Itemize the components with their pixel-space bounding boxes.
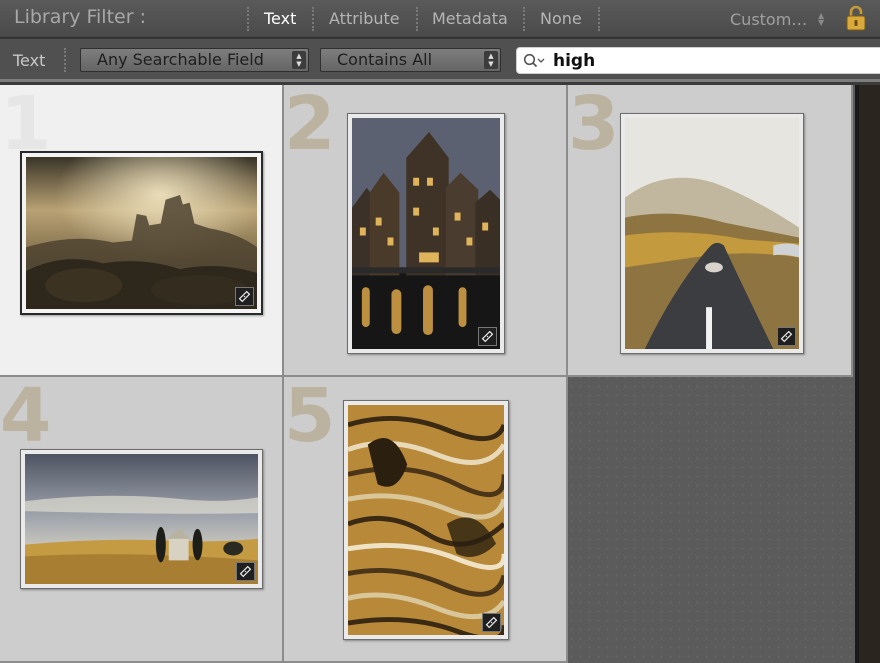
filter-title: Library Filter :	[14, 6, 146, 28]
separator	[416, 7, 418, 31]
separator	[64, 48, 66, 72]
chevron-updown-icon[interactable]: ▲ ▼	[818, 12, 824, 27]
misty-road-photo	[625, 118, 799, 349]
chapel-field-photo	[25, 454, 258, 584]
develop-settings-badge-icon	[478, 327, 497, 346]
library-filter-bar: Library Filter : Text Attribute Metadata…	[0, 0, 880, 38]
search-input[interactable]	[553, 49, 873, 72]
cell-index-number: 4	[0, 373, 52, 459]
text-filter-row: Text Any Searchable Field ▲ ▼ Contains Al…	[0, 39, 880, 82]
filter-mode-text[interactable]: Text	[264, 9, 296, 28]
separator	[312, 7, 314, 31]
photo-thumbnail[interactable]	[620, 113, 804, 354]
dropdown-arrows-icon: ▲ ▼	[484, 51, 498, 69]
search-box[interactable]	[516, 47, 880, 74]
grid-cell-5[interactable]: 5	[284, 377, 568, 663]
develop-settings-badge-icon	[777, 327, 796, 346]
cell-index-number: 5	[284, 373, 336, 459]
photo-thumbnail[interactable]	[347, 113, 505, 354]
castle-ruins-photo	[26, 157, 257, 309]
develop-settings-badge-icon	[235, 287, 254, 306]
develop-settings-badge-icon	[482, 613, 501, 632]
photo-thumbnail[interactable]	[343, 400, 509, 640]
photo-thumbnail[interactable]	[20, 151, 263, 315]
photo-grid: 1 2 3 4 5	[0, 85, 880, 663]
filmstrip-edge	[855, 85, 880, 663]
separator	[247, 7, 249, 31]
filter-mode-none[interactable]: None	[540, 9, 582, 28]
dropdown-arrows-icon: ▲ ▼	[292, 51, 306, 69]
grid-cell-2[interactable]: 2	[284, 85, 568, 377]
filter-mode-metadata[interactable]: Metadata	[432, 9, 508, 28]
separator	[598, 7, 600, 31]
photo-thumbnail[interactable]	[20, 449, 263, 589]
cell-index-number: 1	[0, 81, 52, 167]
canal-houses-photo	[352, 118, 500, 349]
rice-terraces-photo	[348, 405, 504, 635]
separator	[523, 7, 525, 31]
filter-preset-dropdown[interactable]: Custom…	[730, 10, 807, 29]
lock-icon[interactable]	[845, 4, 867, 32]
grid-cell-4[interactable]: 4	[0, 377, 284, 663]
dropdown-value: Any Searchable Field	[97, 50, 264, 69]
cell-index-number: 2	[284, 81, 336, 167]
dropdown-value: Contains All	[337, 50, 433, 69]
filter-mode-attribute[interactable]: Attribute	[329, 9, 400, 28]
text-filter-label: Text	[13, 51, 46, 70]
rule-dropdown[interactable]: Contains All ▲ ▼	[320, 48, 501, 72]
search-icon[interactable]	[523, 53, 545, 69]
develop-settings-badge-icon	[236, 562, 255, 581]
grid-cell-3[interactable]: 3	[568, 85, 853, 377]
searchable-field-dropdown[interactable]: Any Searchable Field ▲ ▼	[80, 48, 309, 72]
grid-cell-1[interactable]: 1	[0, 85, 284, 377]
cell-index-number: 3	[568, 81, 620, 167]
